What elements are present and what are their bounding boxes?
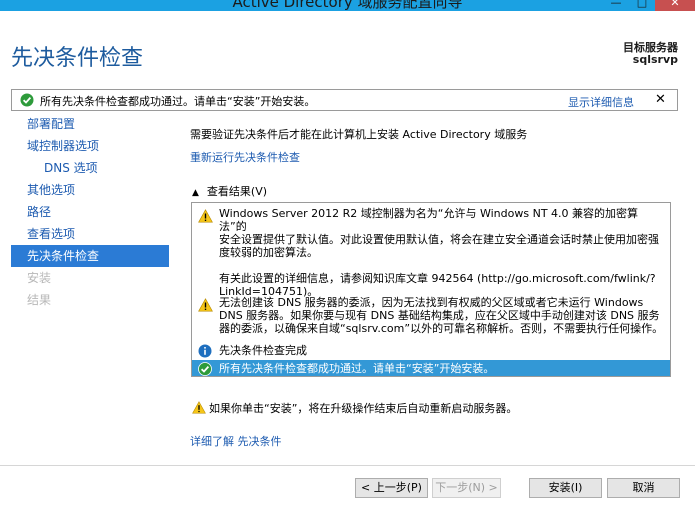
result-item[interactable]: Windows Server 2012 R2 域控制器为名为“允许与 Windo… bbox=[192, 207, 670, 298]
result-text: Windows Server 2012 R2 域控制器为名为“允许与 Windo… bbox=[219, 207, 664, 298]
nav-item-paths[interactable]: 路径 bbox=[11, 201, 169, 223]
target-server-value: sqlsrvp bbox=[632, 53, 678, 66]
wizard-nav: 部署配置 域控制器选项 DNS 选项 其他选项 路径 查看选项 先决条件检查 安… bbox=[11, 113, 169, 311]
view-results-toggle[interactable]: ▲ 查看结果(V) bbox=[192, 183, 267, 199]
caret-up-icon: ▲ bbox=[192, 188, 199, 198]
button-bar: < 上一步(P) 下一步(N) > 安装(I) 取消 bbox=[0, 465, 695, 506]
minimize-button[interactable]: — bbox=[603, 0, 629, 11]
cancel-button[interactable]: 取消 bbox=[607, 478, 680, 498]
window-title: Active Directory 域服务配置向导 bbox=[232, 0, 463, 11]
nav-item-prerequisites-check[interactable]: 先决条件检查 bbox=[11, 245, 169, 267]
warning-icon bbox=[192, 401, 206, 417]
nav-item-additional-options[interactable]: 其他选项 bbox=[11, 179, 169, 201]
nav-item-deployment-config[interactable]: 部署配置 bbox=[11, 113, 169, 135]
nav-item-installation: 安装 bbox=[27, 271, 52, 285]
install-button[interactable]: 安装(I) bbox=[529, 478, 602, 498]
result-line: 无法创建该 DNS 服务器的委派，因为无法找到有权威的父区域或者它未运行 Win… bbox=[219, 296, 644, 309]
nav-item-results: 结果 bbox=[27, 293, 52, 307]
check-circle-icon bbox=[20, 93, 34, 110]
rerun-prerequisites-link[interactable]: 重新运行先决条件检查 bbox=[190, 149, 300, 165]
nav-item-dns-options[interactable]: DNS 选项 bbox=[11, 157, 169, 179]
result-item[interactable]: 先决条件检查完成 bbox=[192, 342, 670, 359]
nav-item-dc-options[interactable]: 域控制器选项 bbox=[11, 135, 169, 157]
result-line: 所有先决条件检查都成功通过。请单击“安装”开始安装。 bbox=[219, 362, 495, 375]
next-button: 下一步(N) > bbox=[432, 478, 501, 498]
close-notification-icon[interactable]: ✕ bbox=[655, 92, 666, 107]
page-title: 先决条件检查 bbox=[11, 46, 144, 71]
notification-bar: 所有先决条件检查都成功通过。请单击“安装”开始安装。 显示详细信息 ✕ bbox=[11, 89, 678, 111]
result-line: 有关此设置的详细信息，请参阅知识库文章 942564 (http://go.mi… bbox=[219, 272, 656, 285]
result-text: 无法创建该 DNS 服务器的委派，因为无法找到有权威的父区域或者它未运行 Win… bbox=[219, 296, 664, 335]
header: 先决条件检查 目标服务器 sqlsrvp bbox=[0, 11, 695, 86]
result-text: 先决条件检查完成 bbox=[219, 344, 664, 357]
close-button[interactable]: ✕ bbox=[655, 0, 695, 11]
result-line: Windows Server 2012 R2 域控制器为名为“允许与 Windo… bbox=[219, 207, 639, 233]
result-line: 器的委派，以确保来自域“sqlsrv.com”以外的可靠名称解析。否则，不需要执… bbox=[219, 322, 664, 335]
info-icon bbox=[198, 344, 212, 361]
results-list[interactable]: Windows Server 2012 R2 域控制器为名为“允许与 Windo… bbox=[191, 202, 671, 377]
nav-item-review-options[interactable]: 查看选项 bbox=[11, 223, 169, 245]
view-results-label: 查看结果(V) bbox=[206, 185, 268, 198]
warning-icon bbox=[198, 209, 213, 226]
maximize-button[interactable]: □ bbox=[629, 0, 655, 11]
result-line: 安全设置提供了默认值。对此设置使用默认值，将会在建立安全通道会话时禁止使用加密强 bbox=[219, 233, 659, 246]
result-line: 先决条件检查完成 bbox=[219, 344, 307, 357]
restart-warning-text: 如果你单击“安装”，将在升级操作结束后自动重新启动服务器。 bbox=[209, 402, 518, 415]
notification-message: 所有先决条件检查都成功通过。请单击“安装”开始安装。 bbox=[40, 95, 316, 108]
result-line bbox=[219, 259, 664, 272]
check-circle-icon bbox=[198, 362, 212, 376]
learn-more-prerequisites-link[interactable]: 详细了解 先决条件 bbox=[190, 433, 282, 449]
show-details-link[interactable]: 显示详细信息 bbox=[568, 94, 634, 110]
result-line: 度较弱的加密算法。 bbox=[219, 246, 318, 259]
intro-text: 需要验证先决条件后才能在此计算机上安装 Active Directory 域服务 bbox=[190, 128, 528, 141]
result-item-selected[interactable]: 所有先决条件检查都成功通过。请单击“安装”开始安装。 bbox=[192, 360, 670, 376]
previous-button[interactable]: < 上一步(P) bbox=[355, 478, 428, 498]
result-line: DNS 服务器。如果你要与现有 DNS 基础结构集成，应在父区域中手动创建对该 … bbox=[219, 309, 660, 322]
warning-icon bbox=[198, 298, 213, 315]
title-bar: Active Directory 域服务配置向导 — □ ✕ bbox=[0, 0, 695, 11]
result-item[interactable]: 无法创建该 DNS 服务器的委派，因为无法找到有权威的父区域或者它未运行 Win… bbox=[192, 296, 670, 338]
result-text: 所有先决条件检查都成功通过。请单击“安装”开始安装。 bbox=[219, 362, 664, 375]
